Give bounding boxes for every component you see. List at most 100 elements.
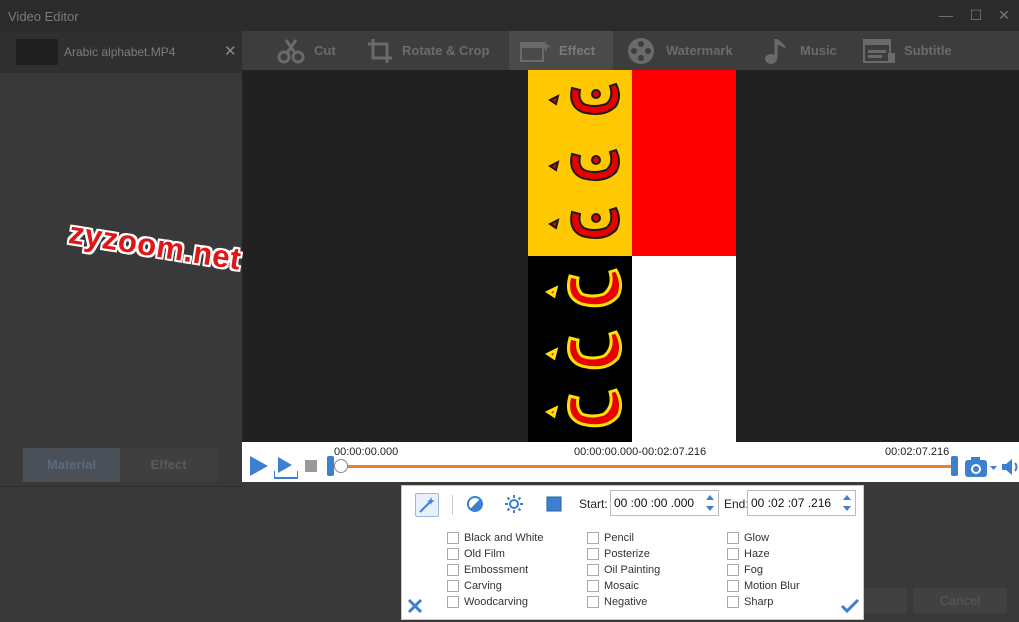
checkbox-box[interactable] bbox=[587, 564, 599, 576]
close-window-icon[interactable]: ✕ bbox=[988, 4, 1019, 26]
start-time-field[interactable]: 00 :00 :00 .000 bbox=[610, 490, 719, 516]
tool-divider bbox=[452, 495, 453, 515]
player-bar: 00:00:00.000 00:00:00.000-00:02:07.216 0… bbox=[242, 442, 1019, 482]
cancel-button[interactable]: Cancel bbox=[913, 588, 1007, 613]
square-icon bbox=[546, 496, 562, 512]
checkbox-haze[interactable]: Haze bbox=[727, 548, 770, 560]
video-frame bbox=[528, 70, 736, 442]
start-spinner-icon[interactable] bbox=[704, 492, 716, 514]
checkbox-label: Motion Blur bbox=[744, 580, 800, 592]
start-time-value: 00 :00 :00 .000 bbox=[614, 496, 695, 510]
checkbox-woodcarving[interactable]: Woodcarving bbox=[447, 596, 528, 608]
playhead-knob[interactable] bbox=[334, 459, 348, 473]
checkbox-box[interactable] bbox=[447, 548, 459, 560]
contrast-tool[interactable] bbox=[464, 493, 488, 517]
checkbox-label: Posterize bbox=[604, 548, 650, 560]
effect-popup: Start: 00 :00 :00 .000 End: 00 :02 :07 .… bbox=[401, 485, 864, 620]
tab-effect[interactable]: Effect bbox=[509, 31, 613, 70]
checkbox-box[interactable] bbox=[587, 596, 599, 608]
video-preview[interactable] bbox=[242, 70, 1019, 442]
trim-end-handle[interactable] bbox=[951, 456, 958, 476]
checkbox-box[interactable] bbox=[727, 532, 739, 544]
stop-icon[interactable] bbox=[305, 460, 317, 472]
checkbox-box[interactable] bbox=[447, 532, 459, 544]
tab-label: Rotate & Crop bbox=[402, 43, 490, 58]
close-file-icon[interactable]: ✕ bbox=[224, 42, 237, 60]
subtitle-icon bbox=[863, 38, 895, 63]
checkbox-glow[interactable]: Glow bbox=[727, 532, 769, 544]
checkbox-motion-blur[interactable]: Motion Blur bbox=[727, 580, 800, 592]
start-time: 00:00:00.000 bbox=[334, 446, 399, 458]
checkbox-label: Negative bbox=[604, 596, 648, 608]
checkbox-black-and-white[interactable]: Black and White bbox=[447, 532, 543, 544]
magic-wand-icon bbox=[419, 497, 435, 513]
end-time-field[interactable]: 00 :02 :07 .216 bbox=[747, 490, 856, 516]
effect-filter-tool[interactable] bbox=[415, 493, 439, 517]
checkbox-label: Embossment bbox=[464, 564, 529, 576]
checkbox-negative[interactable]: Negative bbox=[587, 596, 647, 608]
arabic-letter-glyphs-top bbox=[548, 82, 620, 239]
tab-watermark[interactable]: Watermark bbox=[626, 31, 733, 70]
effect-icon bbox=[520, 39, 551, 62]
effect-list-button[interactable]: Effect bbox=[120, 448, 217, 482]
end-time-value: 00 :02 :07 .216 bbox=[751, 496, 832, 510]
checkbox-label: Sharp bbox=[744, 596, 774, 608]
timeline-track[interactable] bbox=[334, 465, 954, 468]
play-selection-icon[interactable] bbox=[274, 455, 298, 479]
tab-label: Cut bbox=[314, 43, 336, 58]
checkbox-posterize[interactable]: Posterize bbox=[587, 548, 650, 560]
checkbox-pencil[interactable]: Pencil bbox=[587, 532, 634, 544]
checkbox-box[interactable] bbox=[727, 548, 739, 560]
checkbox-label: Oil Painting bbox=[604, 564, 661, 576]
tab-subtitle[interactable]: Subtitle bbox=[862, 31, 952, 70]
title-bar: Video Editor — ☐ ✕ bbox=[0, 0, 1019, 31]
contrast-icon bbox=[467, 496, 483, 512]
saturation-tool[interactable] bbox=[543, 493, 567, 517]
tab-label: Watermark bbox=[666, 43, 733, 58]
tab-label: Music bbox=[800, 43, 837, 58]
checkbox-box[interactable] bbox=[587, 548, 599, 560]
confirm-check-icon[interactable] bbox=[840, 598, 860, 614]
minimize-icon[interactable]: — bbox=[930, 4, 962, 26]
checkbox-label: Black and White bbox=[464, 532, 544, 544]
volume-icon[interactable] bbox=[1001, 457, 1019, 477]
checkbox-oil-painting[interactable]: Oil Painting bbox=[587, 564, 660, 576]
film-reel-icon bbox=[628, 37, 654, 64]
checkbox-label: Old Film bbox=[464, 548, 505, 560]
left-panel: Arabic alphabet.MP4 ✕ Material Effect bbox=[0, 31, 242, 622]
tab-label: Subtitle bbox=[904, 43, 952, 58]
music-note-icon bbox=[765, 38, 786, 64]
snapshot-camera-icon[interactable] bbox=[964, 455, 998, 479]
end-time: 00:02:07.216 bbox=[885, 446, 950, 458]
checkbox-box[interactable] bbox=[727, 580, 739, 592]
checkbox-box[interactable] bbox=[727, 596, 739, 608]
editor-tabs: Cut Rotate & Crop Effect Watermark Music… bbox=[242, 31, 1019, 70]
end-spinner-icon[interactable] bbox=[841, 492, 853, 514]
checkbox-box[interactable] bbox=[587, 580, 599, 592]
checkbox-box[interactable] bbox=[587, 532, 599, 544]
brightness-tool[interactable] bbox=[503, 493, 527, 517]
checkbox-old-film[interactable]: Old Film bbox=[447, 548, 505, 560]
trim-start-handle[interactable] bbox=[327, 456, 334, 476]
checkbox-mosaic[interactable]: Mosaic bbox=[587, 580, 639, 592]
tab-cut[interactable]: Cut bbox=[276, 31, 336, 70]
checkbox-sharp[interactable]: Sharp bbox=[727, 596, 773, 608]
checkbox-box[interactable] bbox=[447, 564, 459, 576]
checkbox-box[interactable] bbox=[447, 580, 459, 592]
file-thumbnail bbox=[16, 39, 58, 65]
frame-quadrant-red bbox=[632, 70, 736, 256]
play-icon[interactable] bbox=[248, 455, 270, 477]
ok-button[interactable] bbox=[862, 588, 907, 613]
file-name: Arabic alphabet.MP4 bbox=[64, 45, 176, 59]
close-popup-icon[interactable] bbox=[407, 598, 423, 614]
material-button[interactable]: Material bbox=[23, 448, 120, 482]
checkbox-fog[interactable]: Fog bbox=[727, 564, 763, 576]
file-tab[interactable]: Arabic alphabet.MP4 ✕ bbox=[0, 31, 242, 73]
checkbox-box[interactable] bbox=[447, 596, 459, 608]
tab-music[interactable]: Music bbox=[762, 31, 837, 70]
checkbox-embossment[interactable]: Embossment bbox=[447, 564, 528, 576]
checkbox-carving[interactable]: Carving bbox=[447, 580, 502, 592]
checkbox-box[interactable] bbox=[727, 564, 739, 576]
checkbox-label: Woodcarving bbox=[464, 596, 528, 608]
tab-rotate-crop[interactable]: Rotate & Crop bbox=[366, 31, 489, 70]
